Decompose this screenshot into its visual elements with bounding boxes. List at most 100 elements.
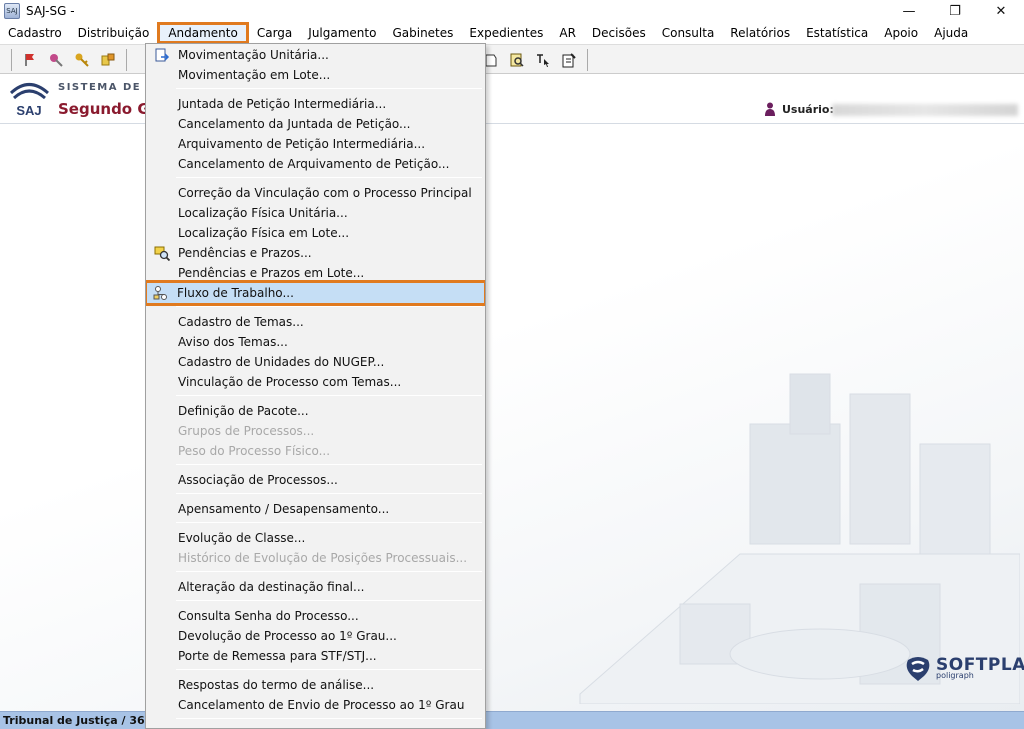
menu-andamento[interactable]: Andamento: [157, 22, 249, 44]
menu-item[interactable]: Pendências e Prazos...: [148, 243, 483, 263]
menu-item-label: Cadastro de Unidades do NUGEP...: [178, 355, 385, 369]
close-button[interactable]: ✕: [978, 0, 1024, 22]
menu-item-label: Definição de Pacote...: [178, 404, 309, 418]
menu-item[interactable]: Arquivamento de Petição Intermediária...: [148, 134, 483, 154]
menu-item-label: Pendências e Prazos em Lote...: [178, 266, 365, 280]
menu-item[interactable]: Localização Física em Lote...: [148, 223, 483, 243]
menu-estatistica[interactable]: Estatística: [798, 22, 876, 44]
product-name: Segundo Gr: [58, 100, 158, 118]
menu-item-icon-slot: [148, 312, 176, 332]
menu-item: Grupos de Processos...: [148, 421, 483, 441]
menu-item-label: Cadastro de Temas...: [178, 315, 304, 329]
cursor-text-icon[interactable]: [532, 49, 554, 71]
menu-item[interactable]: Cancelamento da Juntada de Petição...: [148, 114, 483, 134]
tag-icon[interactable]: [97, 49, 119, 71]
menu-item-icon-slot: [148, 134, 176, 154]
menu-item-icon-slot: [148, 499, 176, 519]
menu-item-icon-slot: [148, 577, 176, 597]
menu-relatorios[interactable]: Relatórios: [722, 22, 798, 44]
menu-item-label: Juntada de Petição Intermediária...: [178, 97, 387, 111]
menu-separator: [176, 88, 482, 89]
menu-item: Peso do Processo Físico...: [148, 441, 483, 461]
menu-item-icon-slot: [148, 94, 176, 114]
toolbar-separator: [126, 49, 127, 71]
menu-item[interactable]: Movimentação em Lote...: [148, 65, 483, 85]
menu-item-icon-slot: [148, 223, 176, 243]
toolbar-separator: [587, 49, 588, 71]
menu-item[interactable]: Juntada de Petição Intermediária...: [148, 94, 483, 114]
menu-item[interactable]: Associação de Processos...: [148, 470, 483, 490]
window-title: SAJ-SG -: [26, 4, 75, 18]
toolbar-separator: [11, 49, 12, 71]
restore-button[interactable]: ❐: [932, 0, 978, 22]
menu-item-icon-slot: [148, 114, 176, 134]
menu-item[interactable]: Definição de Pacote...: [148, 401, 483, 421]
menu-ar[interactable]: AR: [551, 22, 584, 44]
menu-item[interactable]: Aviso dos Temas...: [148, 332, 483, 352]
magnifier-icon: [148, 243, 176, 263]
menu-apoio[interactable]: Apoio: [876, 22, 926, 44]
menu-separator: [176, 522, 482, 523]
menu-item-label: Movimentação Unitária...: [178, 48, 329, 62]
menu-item-icon-slot: [148, 372, 176, 392]
menu-decisoes[interactable]: Decisões: [584, 22, 654, 44]
menu-item[interactable]: Cancelamento de Envio de Processo ao 1º …: [148, 695, 483, 715]
menu-item-icon-slot: [148, 154, 176, 174]
menu-ajuda[interactable]: Ajuda: [926, 22, 976, 44]
menu-item-label: Correção da Vinculação com o Processo Pr…: [178, 186, 472, 200]
menu-item-label: Movimentação em Lote...: [178, 68, 331, 82]
user-label: Usuário:: [782, 102, 834, 116]
menu-item[interactable]: Porte de Remessa para STF/STJ...: [148, 646, 483, 666]
menu-item-label: Cancelamento da Juntada de Petição...: [178, 117, 411, 131]
menu-item[interactable]: Cadastro de Unidades do NUGEP...: [148, 352, 483, 372]
menu-item[interactable]: Localização Física Unitária...: [148, 203, 483, 223]
menu-item[interactable]: Respostas do termo de análise...: [148, 675, 483, 695]
menu-item-icon-slot: [148, 401, 176, 421]
menu-item: Histórico de Evolução de Posições Proces…: [148, 548, 483, 568]
menu-item[interactable]: Evolução de Classe...: [148, 528, 483, 548]
menu-gabinetes[interactable]: Gabinetes: [384, 22, 461, 44]
title-bar: SAJ SAJ-SG - — ❐ ✕: [0, 0, 1024, 22]
menu-item-icon-slot: [148, 675, 176, 695]
menu-item[interactable]: Devolução de Processo ao 1º Grau...: [148, 626, 483, 646]
menu-item-label: Associação de Processos...: [178, 473, 338, 487]
menu-item[interactable]: Movimentação Unitária...: [148, 45, 483, 65]
flag-icon[interactable]: [19, 49, 41, 71]
menu-item-label: Porte de Remessa para STF/STJ...: [178, 649, 377, 663]
menu-item[interactable]: Apensamento / Desapensamento...: [148, 499, 483, 519]
menu-item-icon-slot: [148, 695, 176, 715]
menu-item-label: Grupos de Processos...: [178, 424, 315, 438]
menu-item-label: Alteração da destinação final...: [178, 580, 365, 594]
edit-doc-icon[interactable]: [558, 49, 580, 71]
menu-item[interactable]: Cancelamento de Arquivamento de Petição.…: [148, 154, 483, 174]
menu-item-label: Respostas do termo de análise...: [178, 678, 375, 692]
menu-item-icon-slot: [148, 332, 176, 352]
menu-item-icon-slot: [148, 606, 176, 626]
menu-item[interactable]: Correção da Vinculação com o Processo Pr…: [148, 183, 483, 203]
menu-item[interactable]: Fluxo de Trabalho...: [146, 280, 485, 306]
menu-bar: Cadastro Distribuição Andamento Carga Julgam…: [0, 22, 1024, 44]
menu-item-label: Localização Física em Lote...: [178, 226, 350, 240]
search-doc-icon[interactable]: [506, 49, 528, 71]
menu-distribuicao[interactable]: Distribuição: [70, 22, 158, 44]
menu-item[interactable]: Cadastro de Temas...: [148, 312, 483, 332]
menu-carga[interactable]: Carga: [249, 22, 300, 44]
menu-item-label: Cancelamento de Arquivamento de Petição.…: [178, 157, 450, 171]
menu-cadastro[interactable]: Cadastro: [0, 22, 70, 44]
menu-item-label: Fluxo de Trabalho...: [177, 286, 294, 300]
minimize-button[interactable]: —: [886, 0, 932, 22]
menu-item-label: Devolução de Processo ao 1º Grau...: [178, 629, 397, 643]
menu-consulta[interactable]: Consulta: [654, 22, 723, 44]
pin-icon[interactable]: [45, 49, 67, 71]
menu-item[interactable]: Consulta Senha do Processo...: [148, 606, 483, 626]
menu-item-label: Consulta Senha do Processo...: [178, 609, 359, 623]
menu-julgamento[interactable]: Julgamento: [300, 22, 384, 44]
menu-item-label: Arquivamento de Petição Intermediária...: [178, 137, 426, 151]
menu-item[interactable]: Alteração da destinação final...: [148, 577, 483, 597]
menu-item-label: Apensamento / Desapensamento...: [178, 502, 390, 516]
menu-item[interactable]: Vinculação de Processo com Temas...: [148, 372, 483, 392]
menu-item-label: Vinculação de Processo com Temas...: [178, 375, 402, 389]
menu-expedientes[interactable]: Expedientes: [461, 22, 551, 44]
key-icon[interactable]: [71, 49, 93, 71]
menu-separator: [176, 177, 482, 178]
